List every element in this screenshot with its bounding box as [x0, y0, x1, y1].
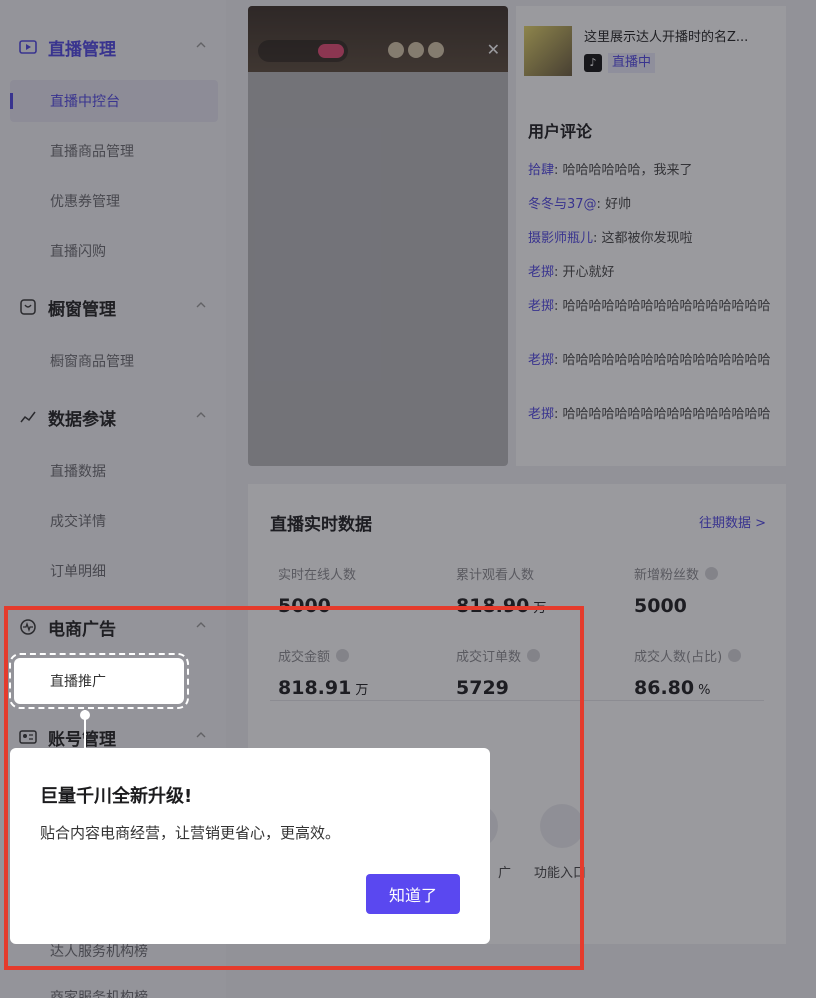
page: 直播管理 直播中控台 直播商品管理 优惠券管理 直播闪购 橱窗管理 橱窗商品管理…: [0, 0, 816, 998]
annotation-highlight: [4, 606, 584, 970]
